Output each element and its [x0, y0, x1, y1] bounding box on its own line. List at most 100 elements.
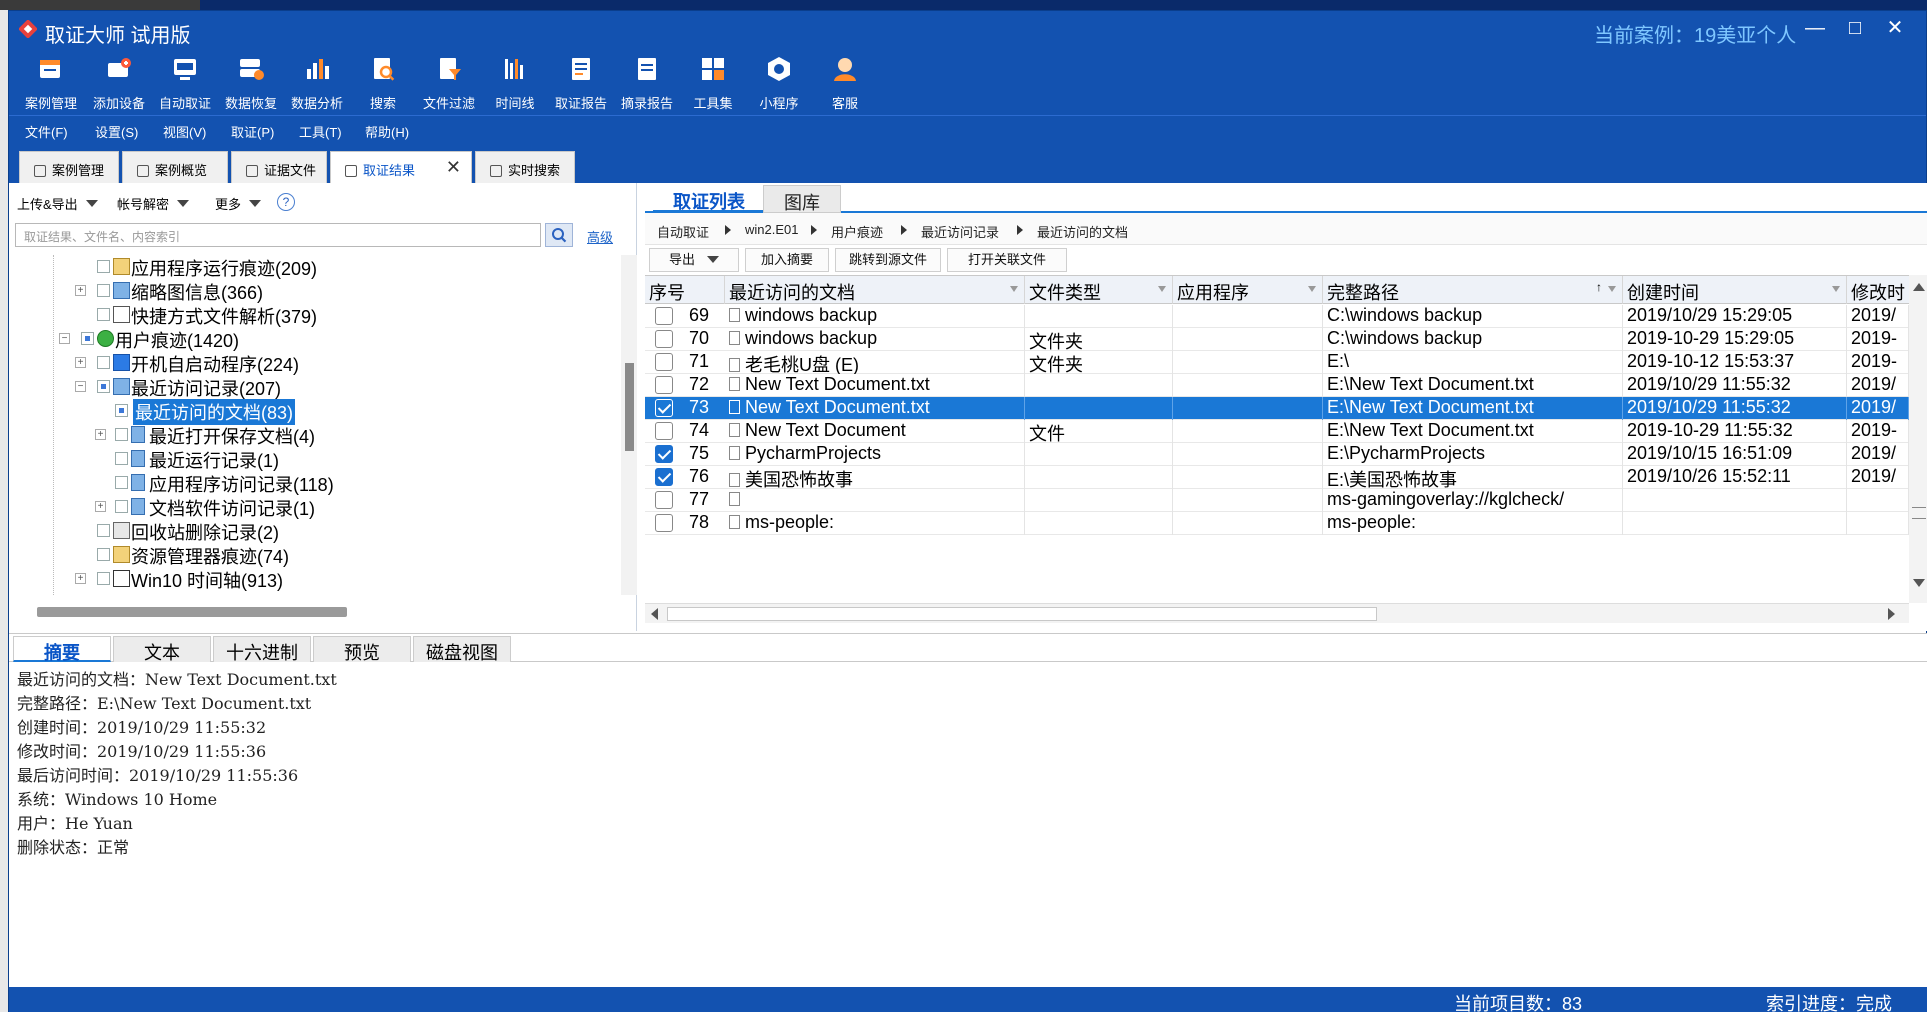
- tree-checkbox[interactable]: [115, 428, 128, 441]
- tab-text[interactable]: 文本: [113, 636, 211, 663]
- jump-to-source-button[interactable]: 跳转到源文件: [835, 248, 941, 272]
- column-header-modified-time[interactable]: 修改时: [1847, 276, 1909, 304]
- breadcrumb-item[interactable]: win2.E01: [745, 222, 798, 237]
- menu-help[interactable]: 帮助(H): [365, 122, 409, 141]
- tree-item-recent-documents[interactable]: 最近访问的文档(83): [9, 399, 609, 425]
- table-row[interactable]: 72 New Text Document.txt E:\New Text Docum…: [645, 374, 1909, 397]
- tree-item-recent-run[interactable]: 最近运行记录(1): [9, 447, 609, 471]
- tree-checkbox[interactable]: [115, 452, 128, 465]
- tree-checkbox[interactable]: [115, 500, 128, 513]
- scroll-left-icon[interactable]: [651, 608, 658, 620]
- help-icon[interactable]: ?: [277, 193, 295, 211]
- column-header-index[interactable]: 序号: [645, 276, 725, 304]
- breadcrumb-item[interactable]: 最近访问记录: [921, 222, 999, 241]
- breadcrumb-item[interactable]: 自动取证: [657, 222, 709, 241]
- expand-icon[interactable]: +: [75, 357, 86, 368]
- tree-checkbox[interactable]: [97, 260, 110, 273]
- tab-realtime-search[interactable]: 实时搜索: [475, 151, 575, 183]
- menu-file[interactable]: 文件(F): [25, 122, 68, 141]
- close-tab-icon[interactable]: ✕: [446, 157, 461, 178]
- more-dropdown[interactable]: 更多: [211, 191, 265, 213]
- table-row[interactable]: 76 美国恐怖故事 E:\美国恐怖故事 2019/10/26 15:52:11 2019…: [645, 466, 1909, 489]
- table-row[interactable]: 69 windows backup C:\windows backup 2019/10…: [645, 305, 1909, 328]
- breadcrumb-item[interactable]: 用户痕迹: [831, 222, 883, 241]
- table-row[interactable]: 77 ms-gamingoverlay://kglcheck/: [645, 489, 1909, 512]
- tab-disk-view[interactable]: 磁盘视图: [413, 636, 511, 663]
- tree-item-recent-access[interactable]: − 最近访问记录(207): [9, 375, 609, 399]
- tab-case-manage[interactable]: 案例管理: [19, 151, 119, 183]
- row-checkbox[interactable]: [655, 422, 673, 440]
- tab-summary[interactable]: 摘要: [13, 636, 111, 663]
- tab-evidence-list[interactable]: 取证列表: [653, 185, 765, 213]
- table-row[interactable]: 73 New Text Document.txt E:\New Text Docum…: [645, 397, 1909, 420]
- filter-icon[interactable]: [1608, 286, 1616, 292]
- row-checkbox[interactable]: [655, 468, 673, 486]
- table-row[interactable]: 70 windows backup 文件夹 C:\windows backup 2019…: [645, 328, 1909, 351]
- tree-checkbox[interactable]: [97, 356, 110, 369]
- tree-checkbox[interactable]: [97, 524, 110, 537]
- table-vertical-scrollbar[interactable]: [1909, 275, 1927, 603]
- collapse-icon[interactable]: −: [59, 333, 70, 344]
- expand-icon[interactable]: +: [95, 501, 106, 512]
- table-horizontal-scrollbar[interactable]: [645, 603, 1909, 623]
- column-header-application[interactable]: 应用程序: [1173, 276, 1323, 304]
- tree-checkbox[interactable]: [97, 572, 110, 585]
- export-dropdown[interactable]: 导出: [649, 248, 739, 272]
- column-header-recent-doc[interactable]: 最近访问的文档: [725, 276, 1025, 304]
- tree-item-doc-software-access[interactable]: + 文档软件访问记录(1): [9, 495, 609, 519]
- filter-icon[interactable]: [1158, 286, 1166, 292]
- tree-item-app-run-traces[interactable]: 应用程序运行痕迹(209): [9, 255, 609, 279]
- row-checkbox[interactable]: [655, 376, 673, 394]
- tree-checkbox[interactable]: [115, 404, 128, 417]
- tab-forensic-results[interactable]: 取证结果 ✕: [330, 151, 472, 183]
- tree-item-explorer-traces[interactable]: 资源管理器痕迹(74): [9, 543, 609, 567]
- tab-evidence-files[interactable]: 证据文件: [231, 151, 327, 183]
- tree-item-win10-timeline[interactable]: + Win10 时间轴(913): [9, 567, 609, 591]
- tree-checkbox[interactable]: [97, 380, 110, 393]
- scroll-thumb[interactable]: [625, 363, 634, 451]
- filter-icon[interactable]: [1010, 286, 1018, 292]
- tree-item-shortcut-parse[interactable]: 快捷方式文件解析(379): [9, 303, 609, 327]
- breadcrumb-item[interactable]: 最近访问的文档: [1037, 222, 1128, 241]
- minimize-button[interactable]: —: [1795, 15, 1835, 41]
- tree-checkbox[interactable]: [81, 332, 94, 345]
- collapse-icon[interactable]: −: [75, 381, 86, 392]
- menu-forensics[interactable]: 取证(P): [231, 122, 274, 141]
- row-checkbox[interactable]: [655, 491, 673, 509]
- scroll-down-icon[interactable]: [1913, 579, 1925, 587]
- close-button[interactable]: ✕: [1875, 15, 1915, 41]
- table-row[interactable]: 78 ms-people: ms-people:: [645, 512, 1909, 535]
- table-row[interactable]: 74 New Text Document 文件 E:\New Text Documen…: [645, 420, 1909, 443]
- tab-gallery[interactable]: 图库: [763, 185, 841, 213]
- add-summary-button[interactable]: 加入摘要: [745, 248, 829, 272]
- tree-item-app-access[interactable]: 应用程序访问记录(118): [9, 471, 609, 495]
- sort-asc-icon[interactable]: ↑: [1596, 280, 1602, 294]
- filter-icon[interactable]: [1832, 286, 1840, 292]
- tree-item-startup-programs[interactable]: + 开机自启动程序(224): [9, 351, 609, 375]
- tree-item-recycle-bin[interactable]: 回收站删除记录(2): [9, 519, 609, 543]
- open-related-file-button[interactable]: 打开关联文件: [947, 248, 1067, 272]
- tab-case-overview[interactable]: 案例概览: [122, 151, 228, 183]
- scroll-up-icon[interactable]: [1913, 283, 1925, 291]
- tree-item-user-traces[interactable]: − 用户痕迹(1420): [9, 327, 609, 351]
- scroll-grip[interactable]: [1912, 507, 1926, 519]
- account-decrypt-dropdown[interactable]: 帐号解密: [113, 191, 193, 213]
- row-checkbox[interactable]: [655, 445, 673, 463]
- toolbar-customer-service-button[interactable]: 客服: [805, 47, 885, 115]
- upload-export-dropdown[interactable]: 上传&导出: [13, 191, 102, 213]
- tab-hex[interactable]: 十六进制: [213, 636, 311, 663]
- tree-horizontal-scrollbar[interactable]: [37, 607, 347, 617]
- row-checkbox[interactable]: [655, 330, 673, 348]
- column-header-created-time[interactable]: 创建时间: [1623, 276, 1847, 304]
- tree-checkbox[interactable]: [115, 476, 128, 489]
- table-row[interactable]: 71 老毛桃U盘 (E) 文件夹 E:\ 2019-10-12 15:53:37 2019…: [645, 351, 1909, 374]
- menu-tools[interactable]: 工具(T): [299, 122, 342, 141]
- expand-icon[interactable]: +: [75, 573, 86, 584]
- tree-checkbox[interactable]: [97, 548, 110, 561]
- tree-checkbox[interactable]: [97, 308, 110, 321]
- tree-item-recent-open-save[interactable]: + 最近打开保存文档(4): [9, 423, 609, 447]
- expand-icon[interactable]: +: [95, 429, 106, 440]
- maximize-button[interactable]: □: [1835, 15, 1875, 41]
- tree-vertical-scrollbar[interactable]: [621, 255, 637, 595]
- tree-item-thumbnails[interactable]: + 缩略图信息(366): [9, 279, 609, 303]
